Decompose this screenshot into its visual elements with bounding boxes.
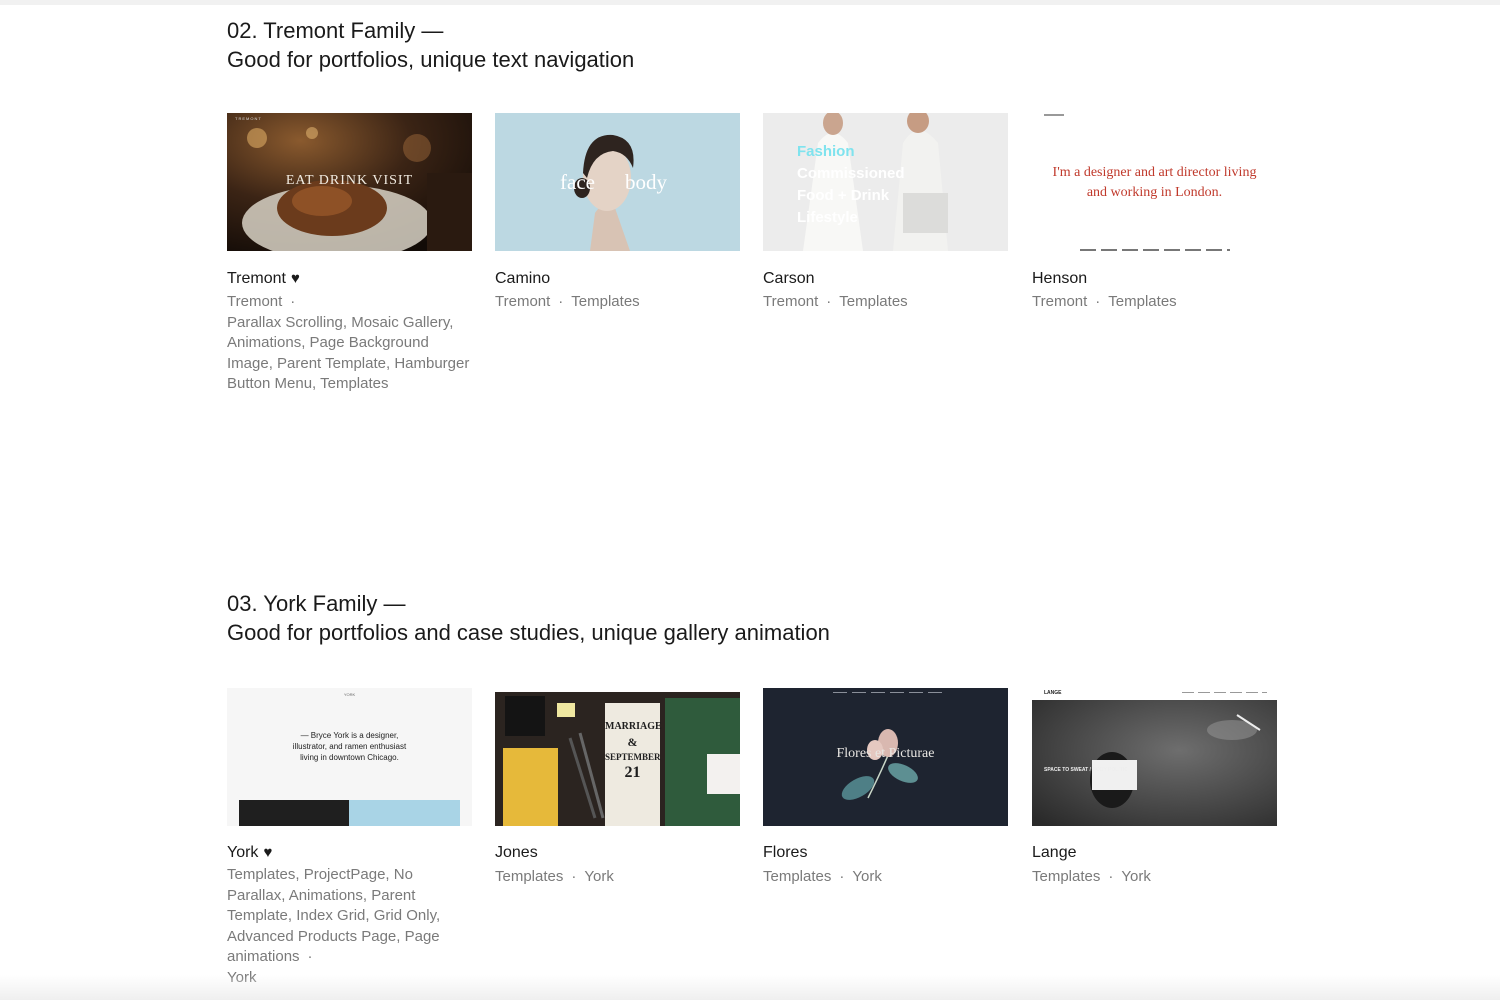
template-name[interactable]: Jones <box>495 844 538 862</box>
section-subtitle: Good for portfolios, unique text navigat… <box>227 47 635 72</box>
thumb-poster: MARRIAGE & SEPTEMBER 21 <box>605 720 662 782</box>
template-thumbnail[interactable]: Fashion Commissioned Food + Drink Lifest… <box>763 113 1008 251</box>
template-name-link[interactable]: Tremont <box>227 270 286 287</box>
thumb-brand: YORK <box>343 692 356 697</box>
thumb-logo-mark <box>1044 114 1064 116</box>
separator-dot: · <box>1108 868 1114 885</box>
category-link[interactable]: Templates <box>763 868 831 885</box>
template-thumbnail[interactable]: TREMONT EAT DRINK VISIT <box>227 113 472 251</box>
tags-list[interactable]: Templates, ProjectPage, No Parallax, Ani… <box>227 866 440 965</box>
thumb-menu-item: Commissioned <box>797 165 905 182</box>
family-link[interactable]: York <box>584 868 613 885</box>
template-name-link[interactable]: York <box>227 844 258 861</box>
thumb-menu: Fashion Commissioned Food + Drink Lifest… <box>797 141 905 229</box>
separator-dot: · <box>307 948 313 965</box>
family-link[interactable]: Tremont <box>763 293 818 310</box>
thumb-block-dark <box>239 800 349 826</box>
category-link[interactable]: Templates <box>495 868 563 885</box>
thumb-block-blue <box>349 800 460 826</box>
section-subtitle: Good for portfolios and case studies, un… <box>227 620 830 645</box>
template-thumbnail[interactable]: Flores et Picturae <box>763 688 1008 826</box>
thumb-intro-line: I'm a designer and art director living <box>1052 165 1257 180</box>
thumb-poster-line: MARRIAGE <box>605 721 662 732</box>
separator-dot: · <box>839 868 845 885</box>
thumb-brand: TREMONT <box>235 116 262 121</box>
template-thumbnail[interactable]: YORK — Bryce York is a designer, illustr… <box>227 688 472 826</box>
section-header-york: 03. York Family — Good for portfolios an… <box>227 589 830 647</box>
template-name[interactable]: Henson <box>1032 270 1087 288</box>
thumb-intro-line: and working in London. <box>1086 185 1223 200</box>
top-divider <box>0 0 1500 5</box>
category-link[interactable]: Templates <box>1108 293 1176 310</box>
thumb-intro: — Bryce York is a designer, illustrator,… <box>227 730 472 763</box>
template-thumbnail[interactable]: MARRIAGE & SEPTEMBER 21 <box>495 688 740 826</box>
thumb-brand: LANGE <box>1044 690 1062 696</box>
bottom-shadow <box>0 975 1500 1000</box>
template-thumbnail[interactable]: I'm a designer and art director living a… <box>1032 113 1277 251</box>
thumb-headline: SPACE TO SWEAT / BODY POLITIC <box>1044 767 1128 773</box>
heart-icon: ♥ <box>290 270 300 287</box>
template-name[interactable]: Tremont ♥ <box>227 270 300 288</box>
thumb-nav-strip <box>1080 249 1230 251</box>
template-name[interactable]: Camino <box>495 270 550 288</box>
family-link[interactable]: York <box>1121 868 1150 885</box>
separator-dot: · <box>826 293 832 310</box>
thumb-nav-strip <box>1182 692 1267 693</box>
template-meta: Tremont · Templates <box>763 292 1008 313</box>
category-link[interactable]: Templates <box>1032 868 1100 885</box>
heart-icon: ♥ <box>263 844 273 861</box>
template-name[interactable]: Carson <box>763 270 815 288</box>
template-meta: Tremont · Parallax Scrolling, Mosaic Gall… <box>227 292 472 395</box>
template-thumbnail[interactable]: LANGE SPACE TO SWEAT / BODY POLITIC <box>1032 688 1277 826</box>
thumb-intro-line: living in downtown Chicago. <box>300 753 399 762</box>
family-link[interactable]: York <box>852 868 881 885</box>
separator-dot: · <box>571 868 577 885</box>
thumb-intro: I'm a designer and art director living a… <box>1032 163 1277 203</box>
thumb-poster-line: 21 <box>624 764 641 781</box>
tags-list[interactable]: Parallax Scrolling, Mosaic Gallery, Anim… <box>227 314 469 393</box>
family-link[interactable]: Tremont <box>1032 293 1087 310</box>
thumb-intro-line: — Bryce York is a designer, <box>300 731 399 740</box>
template-meta: Tremont · Templates <box>1032 292 1277 313</box>
thumb-poster-line: & <box>627 735 638 749</box>
separator-dot: · <box>290 293 296 310</box>
thumb-intro-line: illustrator, and ramen enthusiast <box>292 742 407 751</box>
thumb-word-right: body <box>625 170 667 194</box>
template-name[interactable]: York ♥ <box>227 844 272 862</box>
thumb-menu-item: Fashion <box>797 143 855 160</box>
section-title: 03. York Family — <box>227 591 406 616</box>
section-header-tremont: 02. Tremont Family — Good for portfolios… <box>227 16 634 74</box>
category-link[interactable]: Templates <box>839 293 907 310</box>
template-thumbnail[interactable]: face body <box>495 113 740 251</box>
template-name[interactable]: Flores <box>763 844 807 862</box>
template-name[interactable]: Lange <box>1032 844 1077 862</box>
template-meta: Tremont · Templates <box>495 292 740 313</box>
template-meta: Templates, ProjectPage, No Parallax, Ani… <box>227 865 472 988</box>
template-meta: Templates · York <box>495 867 740 888</box>
family-link[interactable]: Tremont <box>495 293 550 310</box>
section-title: 02. Tremont Family — <box>227 18 444 43</box>
thumb-headline: Flores et Picturae <box>836 746 935 761</box>
separator-dot: · <box>558 293 564 310</box>
family-link[interactable]: Tremont <box>227 293 282 310</box>
thumb-headline: EAT DRINK VISIT <box>285 173 414 188</box>
thumb-poster-line: SEPTEMBER <box>605 752 661 762</box>
template-meta: Templates · York <box>1032 867 1277 888</box>
thumb-menu-item: Lifestyle <box>797 209 858 226</box>
template-meta: Templates · York <box>763 867 1008 888</box>
thumb-menu-item: Food + Drink <box>797 187 890 204</box>
separator-dot: · <box>1095 293 1101 310</box>
category-link[interactable]: Templates <box>571 293 639 310</box>
thumb-word-left: face <box>560 170 595 194</box>
